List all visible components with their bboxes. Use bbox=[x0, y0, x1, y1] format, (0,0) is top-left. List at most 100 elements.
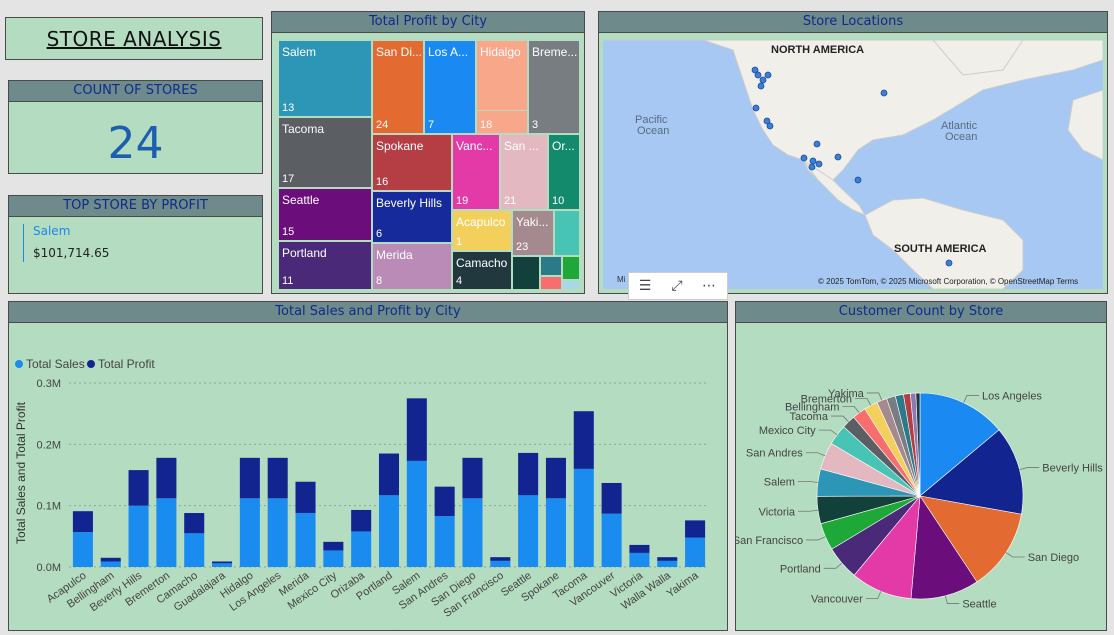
treemap-area: Salem13San Di...24Los A...7Hidalgo12Brem… bbox=[278, 40, 580, 290]
bar-sales bbox=[545, 498, 566, 567]
pie-label: San Francisco bbox=[736, 535, 803, 547]
treemap-tile[interactable]: Salem 13 bbox=[278, 40, 372, 117]
bar-profit bbox=[351, 509, 372, 532]
treemap-tile[interactable]: Seattle 15 bbox=[278, 188, 372, 241]
treemap-tile-name: Vanc... bbox=[456, 139, 493, 153]
treemap-tile[interactable]: Vanc... 19 bbox=[452, 134, 500, 210]
treemap-tile[interactable] bbox=[540, 276, 562, 290]
bar-sales bbox=[573, 468, 594, 567]
treemap-tile[interactable]: Breme... 3 bbox=[528, 40, 580, 134]
treemap-tile-name: Tacoma bbox=[282, 122, 325, 136]
pie-leader-line bbox=[842, 406, 860, 414]
treemap-visual[interactable]: Total Profit by City Salem 13 San Di... 24 L… bbox=[271, 11, 585, 294]
map-canvas[interactable]: NORTH AMERICA Pacific Ocean Atlantic Oce… bbox=[603, 40, 1103, 289]
treemap-tile-name: San ... bbox=[504, 139, 539, 153]
store-marker bbox=[880, 89, 888, 97]
top-store-value: $101,714.65 bbox=[33, 246, 110, 260]
bar-profit bbox=[267, 457, 288, 499]
treemap-tile[interactable]: Yaki... 23 bbox=[512, 210, 554, 256]
treemap-tile[interactable]: Los A... 7 bbox=[424, 40, 476, 134]
treemap-tile-name: Breme... bbox=[532, 45, 578, 59]
bar-sales bbox=[378, 495, 400, 567]
filter-icon[interactable]: ☰ bbox=[629, 273, 661, 299]
treemap-tile[interactable]: Camacho 4 bbox=[452, 251, 512, 290]
bar-profit bbox=[156, 457, 177, 499]
store-marker bbox=[834, 153, 842, 161]
bar-profit bbox=[434, 486, 455, 517]
store-marker bbox=[815, 160, 823, 168]
treemap-tile[interactable]: Spokane 16 bbox=[372, 134, 452, 191]
treemap-tile[interactable] bbox=[540, 256, 562, 276]
pie-leader-line bbox=[944, 595, 960, 604]
pie-leader-line bbox=[805, 452, 826, 457]
treemap-tile[interactable]: Or... 10 bbox=[548, 134, 580, 210]
pie-leader-line bbox=[963, 395, 980, 403]
treemap-tile[interactable]: Portland 11 bbox=[278, 241, 372, 290]
treemap-tile[interactable]: 18 bbox=[476, 110, 528, 134]
pie-leader-line bbox=[798, 509, 819, 512]
bar-chart-svg: Total Sales Total Profit0.0M0.1M0.2M0.3MA… bbox=[14, 357, 709, 635]
pie-label: San Andres bbox=[746, 448, 803, 460]
more-icon[interactable]: ⋯ bbox=[693, 273, 725, 299]
pie-chart-visual[interactable]: Customer Count by Store Los Angeles Bever… bbox=[733, 301, 1107, 631]
bar-profit bbox=[629, 544, 650, 553]
dashboard-title: STORE ANALYSIS bbox=[46, 26, 222, 51]
store-marker bbox=[752, 104, 760, 112]
bar-sales bbox=[462, 498, 483, 567]
treemap-tile-value: 19 bbox=[456, 195, 469, 207]
count-of-stores-card[interactable]: COUNT OF STORES 24 bbox=[8, 80, 263, 174]
focus-icon[interactable]: ⤢ bbox=[661, 273, 693, 299]
map-label-north-america: NORTH AMERICA bbox=[771, 44, 864, 56]
treemap-tile[interactable]: Beverly Hills 6 bbox=[372, 191, 452, 243]
treemap-tile[interactable]: Acapulco 1 bbox=[452, 210, 512, 251]
treemap-tile-value: 18 bbox=[480, 119, 493, 131]
bar-chart-visual[interactable]: Total Sales and Profit by City Total Sal… bbox=[8, 301, 728, 635]
treemap-tile-value: 6 bbox=[376, 228, 383, 240]
legend-label: Total Profit bbox=[98, 357, 155, 371]
bar-sales bbox=[128, 505, 149, 567]
pie-chart-svg: Los Angeles Beverly Hills San Diego Seattle… bbox=[733, 388, 1104, 611]
bar-profit bbox=[378, 453, 400, 496]
treemap-tile-name: Portland bbox=[282, 246, 327, 260]
legend-marker bbox=[15, 360, 23, 368]
treemap-tile-name: Yaki... bbox=[516, 215, 549, 229]
map-visual[interactable]: Store Locations NORTH AMERICA Pacific Oc… bbox=[598, 11, 1108, 294]
bar-profit bbox=[295, 481, 316, 514]
bar-sales bbox=[72, 532, 93, 567]
pie-leader-line bbox=[1019, 467, 1040, 471]
bar-profit bbox=[239, 457, 260, 499]
treemap-tile[interactable]: San Di... 24 bbox=[372, 40, 424, 134]
treemap-tile-value: 13 bbox=[282, 102, 295, 114]
legend-marker bbox=[87, 360, 95, 368]
y-tick-label: 0.3M bbox=[37, 378, 61, 390]
treemap-tile-value: 10 bbox=[552, 195, 565, 207]
pie-label: Beverly Hills bbox=[1042, 463, 1103, 475]
europe-landmass bbox=[1067, 89, 1103, 161]
visual-title: Total Profit by City bbox=[272, 12, 584, 33]
bar-sales bbox=[601, 513, 622, 567]
store-marker bbox=[800, 154, 808, 162]
treemap-tile[interactable]: San ... 21 bbox=[500, 134, 548, 210]
treemap-tile[interactable] bbox=[512, 256, 540, 290]
pie-leader-line bbox=[806, 536, 826, 541]
treemap-tile-name: Los A... bbox=[428, 45, 469, 59]
pie-label: Seattle bbox=[962, 599, 996, 611]
bar-profit bbox=[462, 457, 483, 499]
pie-label: Los Angeles bbox=[982, 390, 1042, 402]
top-store-card[interactable]: TOP STORE BY PROFIT Salem $101,714.65 bbox=[8, 195, 263, 294]
store-marker bbox=[764, 71, 772, 79]
store-marker bbox=[754, 71, 762, 79]
visual-title: Customer Count by Store bbox=[736, 302, 1106, 323]
treemap-tile[interactable] bbox=[562, 280, 580, 290]
treemap-tile[interactable]: Merida 8 bbox=[372, 243, 452, 290]
y-axis-label: Total Sales and Total Profit bbox=[14, 401, 28, 544]
treemap-tile-value: 3 bbox=[532, 119, 539, 131]
bar-sales bbox=[406, 460, 427, 567]
treemap-tile[interactable]: Tacoma 17 bbox=[278, 117, 372, 188]
visual-title: Store Locations bbox=[599, 12, 1107, 33]
treemap-tile[interactable] bbox=[562, 256, 580, 280]
bar-sales bbox=[685, 537, 706, 567]
treemap-tile[interactable] bbox=[554, 210, 580, 256]
bar-profit bbox=[128, 470, 149, 506]
bar-profit bbox=[545, 457, 566, 499]
